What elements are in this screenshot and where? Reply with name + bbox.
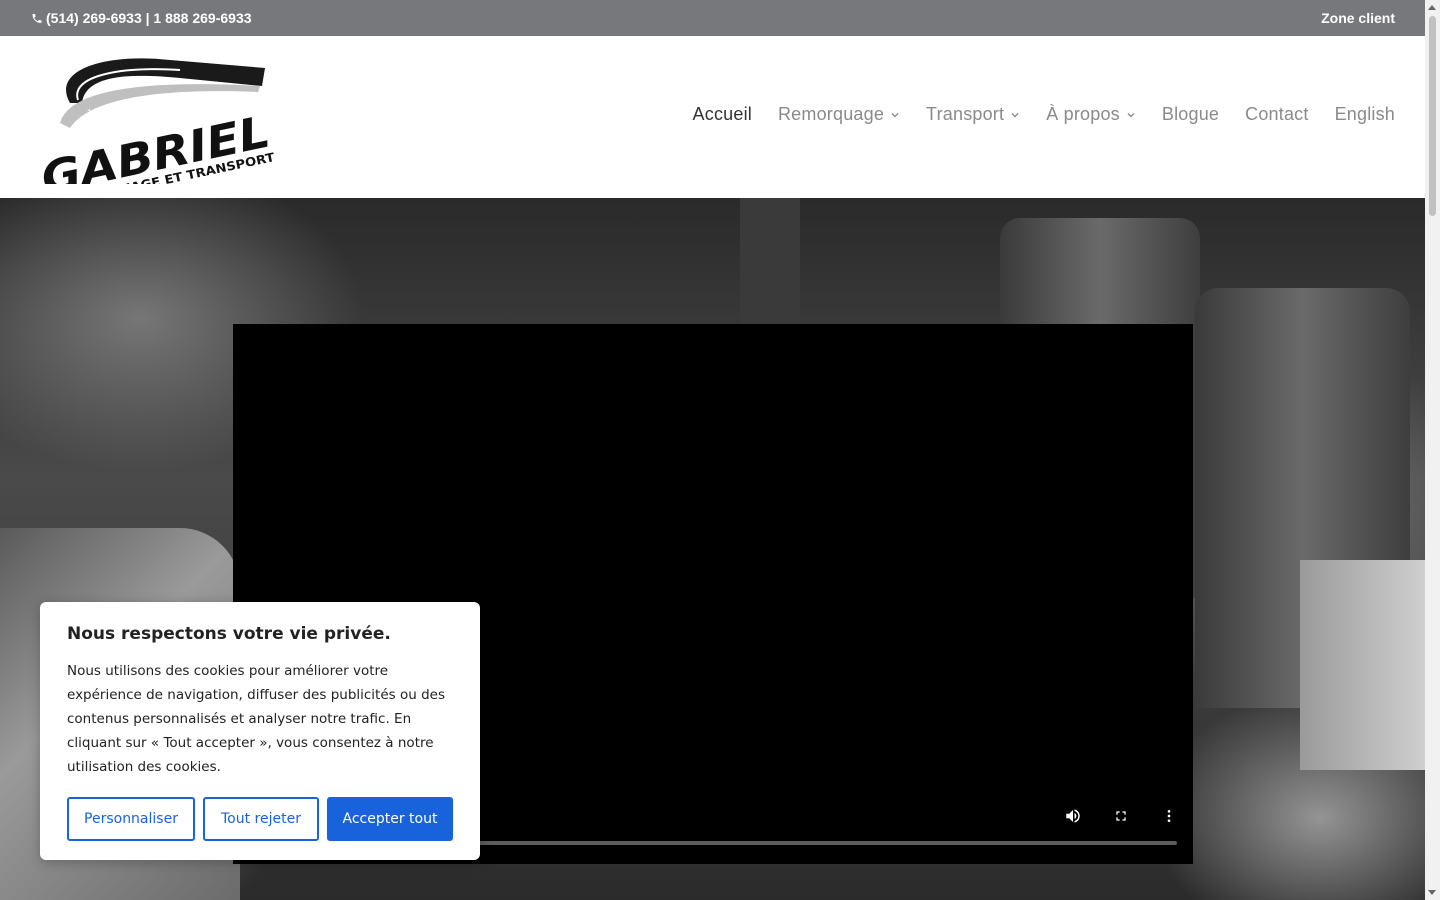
nav-item-english[interactable]: English (1335, 104, 1395, 125)
cookie-buttons: Personnaliser Tout rejeter Accepter tout (67, 797, 453, 841)
customize-button[interactable]: Personnaliser (67, 797, 195, 841)
nav-item-label: Remorquage (777, 104, 885, 124)
more-options-button[interactable] (1158, 805, 1180, 827)
nav-item-label: Contact (1245, 104, 1309, 124)
site-logo[interactable]: 1(888)269-6933 GABRIEL REMORQUAGE ET TRA… (30, 48, 280, 210)
nav-item-contact[interactable]: Contact (1245, 104, 1308, 125)
nav-item-label: À propos (1046, 104, 1120, 124)
nav-item-label: Transport (926, 104, 1005, 124)
nav-item-transport[interactable]: Transport (926, 104, 1020, 125)
trailer-shape (1300, 560, 1425, 770)
cookie-title: Nous respectons votre vie privée. (67, 624, 391, 644)
nav-item-label: Accueil (692, 104, 752, 124)
scroll-down-arrow-icon[interactable] (1428, 890, 1436, 895)
cookie-consent-banner: Nous respectons votre vie privée. Nous u… (40, 602, 480, 860)
main-nav: Accueil Remorquage Transport À propos Bl… (693, 104, 1395, 125)
chevron-down-icon (1127, 112, 1135, 117)
nav-item-label: English (1334, 104, 1395, 124)
fullscreen-button[interactable] (1110, 805, 1132, 827)
site-header: 1(888)269-6933 GABRIEL REMORQUAGE ET TRA… (0, 36, 1425, 210)
phone-text: (514) 269-6933 | 1 888 269-6933 (46, 10, 252, 26)
nav-item-label: Blogue (1161, 104, 1220, 124)
top-bar: (514) 269-6933 | 1 888 269-6933 Zone cli… (0, 0, 1425, 36)
reject-all-button[interactable]: Tout rejeter (203, 797, 319, 841)
phone-contact[interactable]: (514) 269-6933 | 1 888 269-6933 (31, 10, 252, 26)
page-scrollbar[interactable] (1425, 0, 1440, 900)
silo-shape (740, 198, 800, 328)
nav-item-remorquage[interactable]: Remorquage (778, 104, 900, 125)
zone-client-link[interactable]: Zone client (1321, 10, 1395, 26)
nav-item-a-propos[interactable]: À propos (1046, 104, 1136, 125)
nav-item-accueil[interactable]: Accueil (693, 104, 752, 125)
scroll-up-arrow-icon[interactable] (1428, 5, 1436, 10)
chevron-down-icon (1011, 112, 1019, 117)
accept-all-button[interactable]: Accepter tout (327, 797, 453, 841)
scrollbar-thumb[interactable] (1429, 16, 1436, 216)
fullscreen-icon (1116, 811, 1126, 821)
volume-button[interactable] (1062, 805, 1084, 827)
volume-icon (1066, 809, 1080, 823)
nav-item-blogue[interactable]: Blogue (1162, 104, 1219, 125)
phone-icon (32, 13, 42, 23)
chevron-down-icon (891, 112, 899, 117)
cookie-text: Nous utilisons des cookies pour améliore… (67, 663, 445, 775)
more-options-icon (1167, 810, 1171, 822)
